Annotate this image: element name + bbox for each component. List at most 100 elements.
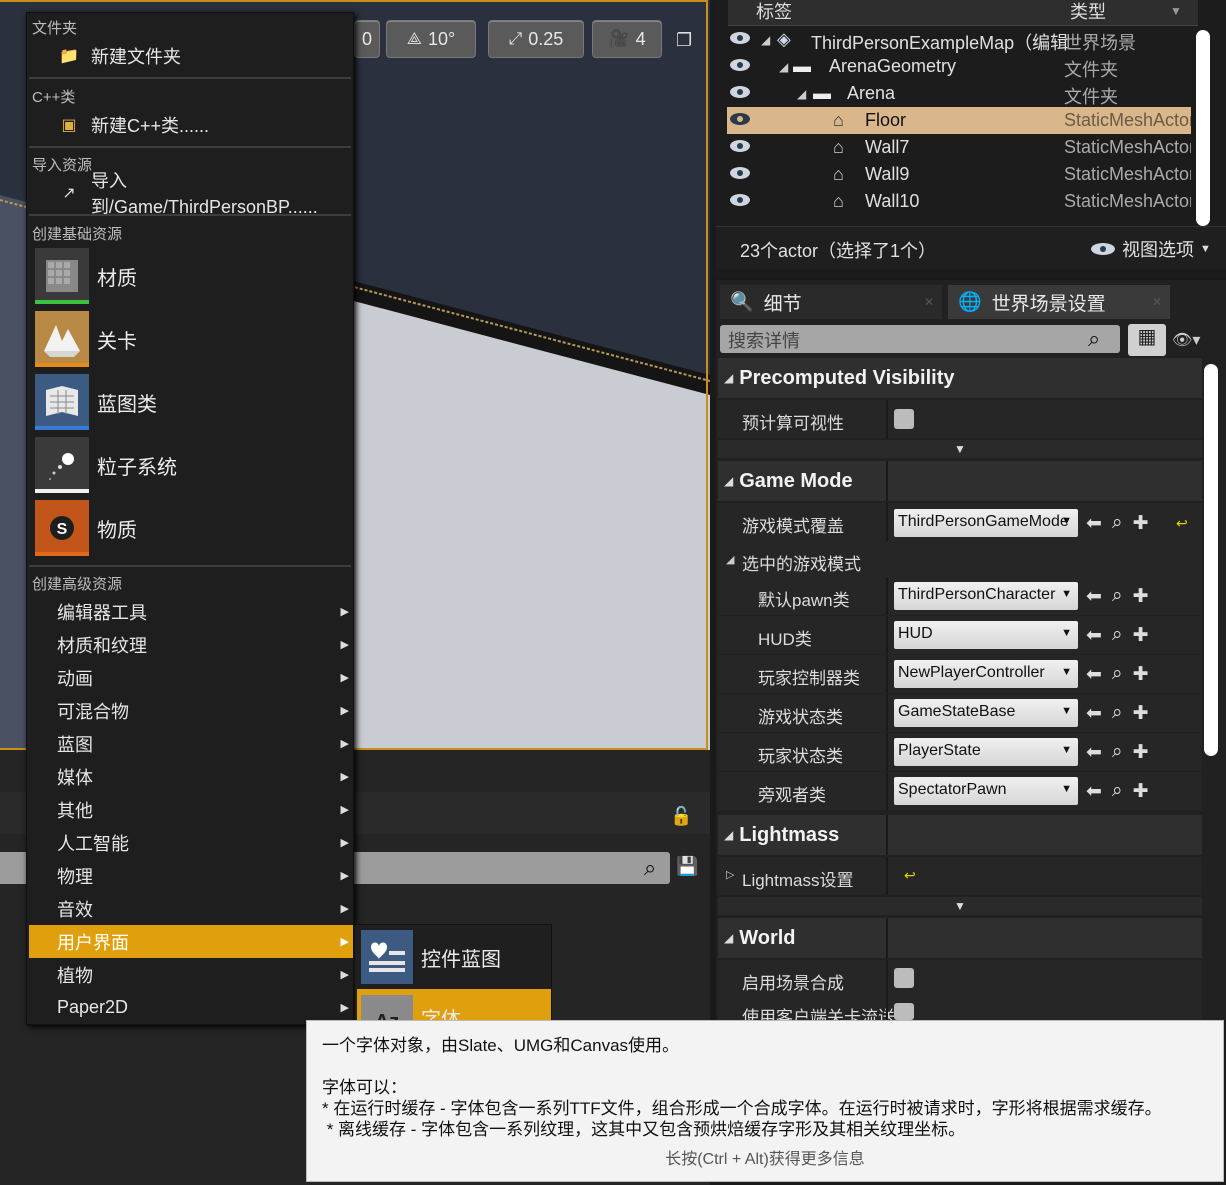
menu-item-material[interactable]: 材质 xyxy=(29,246,353,306)
outliner-row-map[interactable]: ◢ ◈ ThirdPersonExampleMap（编辑 世界场景 xyxy=(727,26,1191,53)
view-options-button[interactable]: 视图选项 ▼ xyxy=(1090,236,1211,262)
maximize-icon[interactable]: ❐ xyxy=(676,30,692,51)
expand-arrow-icon[interactable]: ◢ xyxy=(797,87,806,101)
visibility-filter-icon[interactable]: 👁▾ xyxy=(1172,330,1200,350)
outliner-row-wall9[interactable]: ⌂ Wall9 StaticMeshActor xyxy=(727,161,1191,188)
use-selected-icon[interactable]: ⬅ xyxy=(1086,512,1102,535)
menu-item-foliage[interactable]: 植物 ▶ xyxy=(29,958,353,991)
visibility-eye-icon[interactable] xyxy=(729,192,751,208)
category-precomputed-visibility[interactable]: ◢ Precomputed Visibility xyxy=(718,358,1202,398)
menu-item-artificial-intelligence[interactable]: 人工智能 ▶ xyxy=(29,826,353,859)
visibility-eye-icon[interactable] xyxy=(729,138,751,154)
use-selected-icon[interactable]: ⬅ xyxy=(1086,585,1102,608)
add-icon[interactable]: ✚ xyxy=(1133,624,1149,647)
visibility-eye-icon[interactable] xyxy=(729,84,751,100)
menu-item-widget-blueprint[interactable]: 控件蓝图 xyxy=(357,927,551,987)
sort-dropdown-icon[interactable]: ▼ xyxy=(1170,4,1182,18)
hud-class-combo[interactable]: HUD ▼ xyxy=(894,621,1078,649)
add-icon[interactable]: ✚ xyxy=(1133,585,1149,608)
menu-item-blendables[interactable]: 可混合物 ▶ xyxy=(29,694,353,727)
enable-composition-checkbox[interactable] xyxy=(894,968,914,988)
property-lightmass-settings[interactable]: ▷ Lightmass设置 xyxy=(718,857,1202,895)
menu-item-user-interface[interactable]: 用户界面 ▶ xyxy=(29,925,353,958)
tab-details[interactable]: 🔍 细节 ✕ xyxy=(720,285,942,319)
rotation-snap-button[interactable]: ⟁ 10° xyxy=(386,20,476,58)
use-selected-icon[interactable]: ⬅ xyxy=(1086,624,1102,647)
menu-item-new-cpp-class[interactable]: ▣ 新建C++类...... xyxy=(29,108,353,141)
advanced-expander[interactable]: ▼ xyxy=(718,440,1202,458)
outliner-scrollbar[interactable] xyxy=(1196,30,1210,226)
spectator-combo[interactable]: SpectatorPawn ▼ xyxy=(894,777,1078,805)
browse-icon[interactable]: ⌕ xyxy=(1112,663,1123,686)
menu-item-blueprints[interactable]: 蓝图 ▶ xyxy=(29,727,353,760)
browse-icon[interactable]: ⌕ xyxy=(1112,624,1123,647)
reset-to-default-icon[interactable]: ↩ xyxy=(1176,515,1188,532)
menu-item-level[interactable]: 关卡 xyxy=(29,309,353,369)
column-label-header[interactable]: 标签 xyxy=(756,0,792,24)
client-streaming-checkbox[interactable] xyxy=(894,1003,914,1020)
menu-item-font[interactable]: Az 字体 xyxy=(357,989,551,1023)
browse-icon[interactable]: ⌕ xyxy=(1112,702,1123,725)
tab-world-settings[interactable]: 🌐 世界场景设置 ✕ xyxy=(948,285,1170,319)
category-world[interactable]: ◢ World xyxy=(718,918,1202,958)
advanced-expander[interactable]: ▼ xyxy=(718,897,1202,915)
menu-item-media[interactable]: 媒体 ▶ xyxy=(29,760,353,793)
outliner-row-floor[interactable]: ⌂ Floor StaticMeshActor xyxy=(727,107,1191,134)
game-state-combo[interactable]: GameStateBase ▼ xyxy=(894,699,1078,727)
category-lightmass[interactable]: ◢ Lightmass xyxy=(718,815,1202,855)
visibility-eye-icon[interactable] xyxy=(729,165,751,181)
outliner-row-wall10[interactable]: ⌂ Wall10 StaticMeshActor xyxy=(727,188,1191,215)
menu-item-materials-textures[interactable]: 材质和纹理 ▶ xyxy=(29,628,353,661)
column-type-header[interactable]: 类型 xyxy=(1070,0,1106,24)
game-mode-override-combo[interactable]: ThirdPersonGameMode ▼ xyxy=(894,509,1078,537)
close-tab-icon[interactable]: ✕ xyxy=(924,295,934,309)
expand-arrow-icon[interactable]: ◢ xyxy=(761,33,770,47)
default-pawn-combo[interactable]: ThirdPersonCharacter ▼ xyxy=(894,582,1078,610)
save-search-icon[interactable]: 💾 xyxy=(676,856,698,877)
browse-icon[interactable]: ⌕ xyxy=(1112,780,1123,803)
visibility-eye-icon[interactable] xyxy=(729,30,751,46)
menu-item-animation[interactable]: 动画 ▶ xyxy=(29,661,353,694)
visibility-eye-icon[interactable] xyxy=(729,111,751,127)
details-scrollbar[interactable] xyxy=(1204,364,1218,756)
outliner-row-wall7[interactable]: ⌂ Wall7 StaticMeshActor xyxy=(727,134,1191,161)
add-icon[interactable]: ✚ xyxy=(1133,702,1149,725)
visibility-eye-icon[interactable] xyxy=(729,57,751,73)
search-icon[interactable]: ⌕ xyxy=(1088,326,1100,352)
menu-item-new-folder[interactable]: 📁 新建文件夹 xyxy=(29,39,353,72)
menu-item-sounds[interactable]: 音效 ▶ xyxy=(29,892,353,925)
menu-item-particle-system[interactable]: 粒子系统 xyxy=(29,435,353,495)
player-state-combo[interactable]: PlayerState ▼ xyxy=(894,738,1078,766)
add-icon[interactable]: ✚ xyxy=(1133,663,1149,686)
category-game-mode[interactable]: ◢ Game Mode xyxy=(718,461,1202,501)
outliner-row-arena[interactable]: ◢ ▬ Arena 文件夹 xyxy=(727,80,1191,107)
add-icon[interactable]: ✚ xyxy=(1133,780,1149,803)
menu-item-editor-utilities[interactable]: 编辑器工具 ▶ xyxy=(29,595,353,628)
scale-snap-button[interactable]: ⤢ 0.25 xyxy=(488,20,584,58)
precomputed-visibility-checkbox[interactable] xyxy=(894,409,914,429)
search-icon[interactable]: ⌕ xyxy=(644,855,656,881)
outliner-row-arenageometry[interactable]: ◢ ▬ ArenaGeometry 文件夹 xyxy=(727,53,1191,80)
details-search-input[interactable]: 搜索详情 xyxy=(720,325,1120,353)
menu-item-import[interactable]: ↗ 导入到/Game/ThirdPersonBP...... xyxy=(29,171,353,217)
camera-speed-button[interactable]: 🎥 4 xyxy=(592,20,662,58)
add-icon[interactable]: ✚ xyxy=(1133,741,1149,764)
menu-item-physics[interactable]: 物理 ▶ xyxy=(29,859,353,892)
property-matrix-button[interactable]: ▦ xyxy=(1128,324,1166,356)
use-selected-icon[interactable]: ⬅ xyxy=(1086,741,1102,764)
player-controller-combo[interactable]: NewPlayerController ▼ xyxy=(894,660,1078,688)
lock-icon[interactable]: 🔓 xyxy=(670,806,692,827)
browse-icon[interactable]: ⌕ xyxy=(1112,512,1123,535)
menu-item-miscellaneous[interactable]: 其他 ▶ xyxy=(29,793,353,826)
property-selected-game-mode[interactable]: ◢ 选中的游戏模式 xyxy=(718,541,1202,579)
menu-item-substance[interactable]: S 物质 xyxy=(29,498,353,558)
use-selected-icon[interactable]: ⬅ xyxy=(1086,663,1102,686)
use-selected-icon[interactable]: ⬅ xyxy=(1086,702,1102,725)
menu-item-blueprint-class[interactable]: 蓝图类 xyxy=(29,372,353,432)
viewport-button-partial[interactable]: 0 xyxy=(354,20,380,58)
expand-arrow-icon[interactable]: ◢ xyxy=(779,60,788,74)
use-selected-icon[interactable]: ⬅ xyxy=(1086,780,1102,803)
browse-icon[interactable]: ⌕ xyxy=(1112,585,1123,608)
close-tab-icon[interactable]: ✕ xyxy=(1152,295,1162,309)
reset-to-default-icon[interactable]: ↩ xyxy=(904,867,916,884)
